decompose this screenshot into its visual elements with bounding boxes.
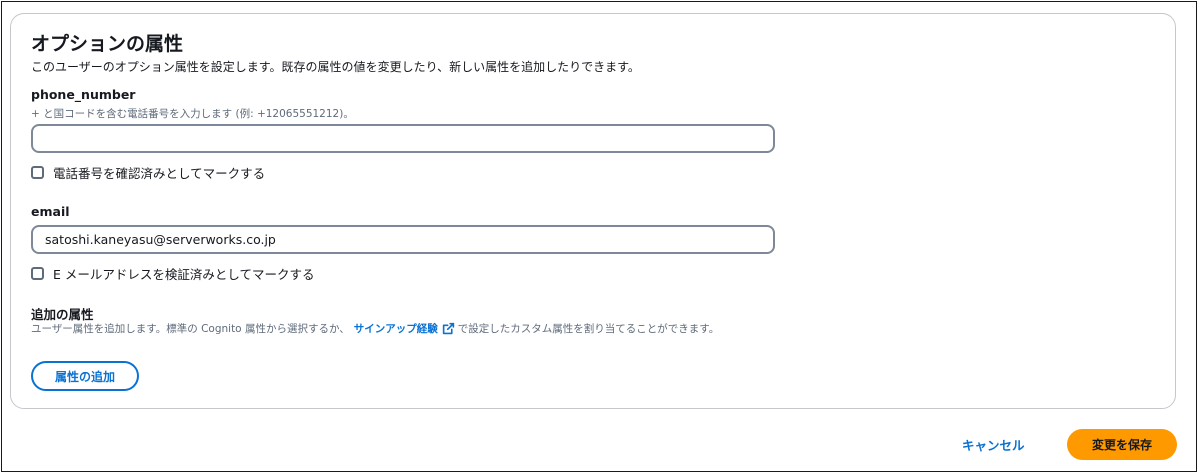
- email-verified-row[interactable]: E メールアドレスを検証済みとしてマークする: [31, 264, 315, 282]
- optional-attributes-panel: オプションの属性 このユーザーのオプション属性を設定します。既存の属性の値を変更…: [10, 13, 1176, 409]
- section-title: オプションの属性: [31, 33, 184, 55]
- save-changes-button[interactable]: 変更を保存: [1067, 429, 1177, 460]
- cancel-button[interactable]: キャンセル: [962, 435, 1025, 454]
- email-label: email: [31, 204, 70, 219]
- email-verified-checkbox[interactable]: [31, 266, 44, 280]
- phone-verified-label: 電話番号を確認済みとしてマークする: [53, 165, 266, 181]
- additional-desc-after: で設定したカスタム属性を割り当てることができます。: [457, 323, 720, 335]
- phone-verified-checkbox[interactable]: [31, 165, 44, 179]
- phone-number-input[interactable]: [31, 124, 775, 153]
- phone-verified-row[interactable]: 電話番号を確認済みとしてマークする: [31, 163, 265, 181]
- external-link-icon[interactable]: [442, 322, 455, 335]
- phone-number-hint: + と国コードを含む電話番号を入力します (例: +12065551212)。: [31, 108, 354, 120]
- phone-number-label: phone_number: [31, 87, 136, 102]
- email-verified-label: E メールアドレスを検証済みとしてマークする: [53, 266, 315, 282]
- section-description: このユーザーのオプション属性を設定します。既存の属性の値を変更したり、新しい属性…: [31, 60, 640, 74]
- add-attribute-button[interactable]: 属性の追加: [31, 361, 139, 391]
- additional-attributes-description: ユーザー属性を追加します。標準の Cognito 属性から選択するか、 サインア…: [31, 321, 719, 336]
- email-input[interactable]: [31, 225, 775, 254]
- additional-desc-before: ユーザー属性を追加します。標準の Cognito 属性から選択するか、: [31, 323, 350, 335]
- signup-experience-link[interactable]: サインアップ経験: [354, 321, 438, 336]
